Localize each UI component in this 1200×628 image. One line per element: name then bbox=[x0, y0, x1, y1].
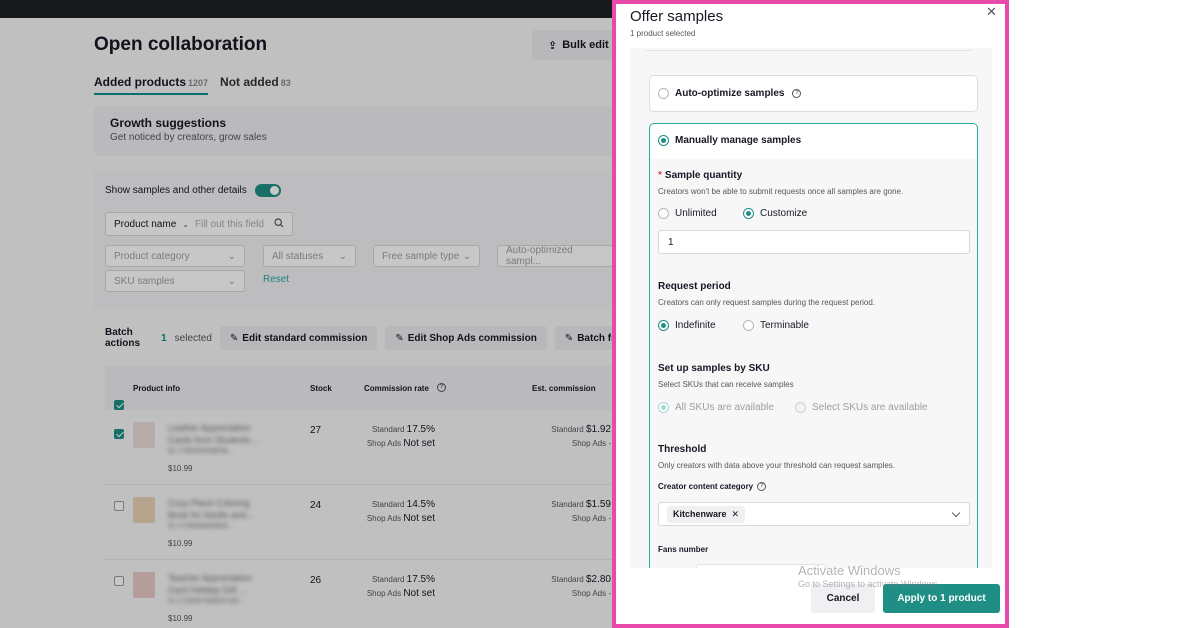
creator-category-select[interactable]: Kitchenware ✕ bbox=[658, 502, 970, 526]
cancel-button[interactable]: Cancel bbox=[811, 584, 875, 613]
category-tag: Kitchenware ✕ bbox=[667, 505, 746, 523]
select-skus-radio[interactable] bbox=[795, 402, 806, 413]
tag-label: Kitchenware bbox=[673, 509, 727, 519]
required-marker: * bbox=[658, 170, 662, 181]
close-icon[interactable]: ✕ bbox=[986, 4, 997, 20]
manual-radio[interactable] bbox=[658, 135, 669, 146]
auto-optimize-radio[interactable] bbox=[658, 88, 669, 99]
sample-quantity-input[interactable]: 1 bbox=[658, 230, 970, 254]
request-period-label: Request period bbox=[658, 281, 731, 292]
indefinite-radio[interactable] bbox=[658, 320, 669, 331]
customize-option[interactable]: Customize bbox=[743, 208, 807, 219]
creator-category-label: Creator content category ? bbox=[658, 482, 767, 492]
indefinite-option[interactable]: Indefinite bbox=[658, 320, 716, 331]
offer-samples-drawer: Offer samples 1 product selected ✕ Auto-… bbox=[612, 0, 1009, 628]
request-period-desc: Creators can only request samples during… bbox=[658, 298, 876, 307]
modal-footer: Cancel Apply to 1 product bbox=[616, 568, 1005, 624]
close-icon[interactable]: ✕ bbox=[732, 509, 740, 520]
divider bbox=[646, 50, 972, 51]
modal-scroll-area: Auto-optimize samples ? Manually manage … bbox=[630, 48, 992, 568]
option-label: Unlimited bbox=[675, 208, 717, 219]
sample-quantity-desc: Creators won't be able to submit request… bbox=[658, 187, 904, 196]
all-skus-option[interactable]: All SKUs are available bbox=[658, 402, 774, 413]
screen-root: Open collaboration ⇪ Bulk edit Added pro… bbox=[0, 0, 1200, 628]
label-text: Sample quantity bbox=[664, 170, 743, 181]
sku-setup-label: Set up samples by SKU bbox=[658, 363, 770, 374]
modal-title: Offer samples bbox=[630, 8, 724, 25]
sku-setup-desc: Select SKUs that can receive samples bbox=[658, 380, 794, 389]
label-text: Creator content category bbox=[658, 482, 754, 491]
auto-optimize-label: Auto-optimize samples bbox=[675, 88, 785, 99]
help-icon[interactable]: ? bbox=[792, 89, 802, 98]
background-page: Open collaboration ⇪ Bulk edit Added pro… bbox=[0, 0, 612, 628]
manual-label: Manually manage samples bbox=[675, 135, 802, 146]
option-label: All SKUs are available bbox=[675, 402, 774, 413]
terminable-option[interactable]: Terminable bbox=[743, 320, 809, 331]
modal-overlay[interactable] bbox=[0, 0, 612, 628]
apply-button[interactable]: Apply to 1 product bbox=[883, 584, 1000, 613]
manual-row: Manually manage samples bbox=[658, 135, 801, 146]
option-label: Select SKUs are available bbox=[812, 402, 928, 413]
manual-samples-option[interactable]: Manually manage samples * Sample quantity… bbox=[649, 123, 978, 568]
terminable-radio[interactable] bbox=[743, 320, 754, 331]
threshold-desc: Only creators with data above your thres… bbox=[658, 461, 896, 470]
unlimited-radio[interactable] bbox=[658, 208, 669, 219]
option-label: Terminable bbox=[760, 320, 809, 331]
help-icon[interactable]: ? bbox=[757, 482, 767, 492]
option-label: Indefinite bbox=[675, 320, 716, 331]
all-skus-radio[interactable] bbox=[658, 402, 669, 413]
customize-radio[interactable] bbox=[743, 208, 754, 219]
auto-optimize-row: Auto-optimize samples ? bbox=[658, 88, 802, 99]
fans-number-label: Fans number bbox=[658, 545, 709, 554]
option-label: Customize bbox=[760, 208, 808, 219]
modal-subtitle: 1 product selected bbox=[630, 29, 696, 38]
sample-quantity-label: * Sample quantity bbox=[658, 170, 742, 181]
chevron-down-icon bbox=[951, 508, 961, 518]
auto-optimize-option[interactable]: Auto-optimize samples ? bbox=[649, 75, 978, 112]
unlimited-option[interactable]: Unlimited bbox=[658, 208, 717, 219]
threshold-label: Threshold bbox=[658, 444, 707, 455]
select-skus-option[interactable]: Select SKUs are available bbox=[795, 402, 928, 413]
manual-settings: * Sample quantity Creators won't be able … bbox=[650, 159, 977, 568]
